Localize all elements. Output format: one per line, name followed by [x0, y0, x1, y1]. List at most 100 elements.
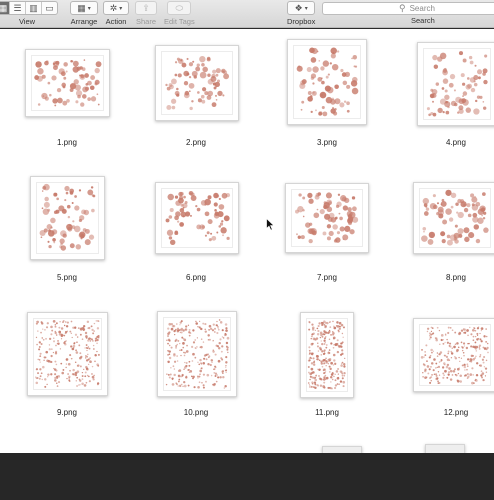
preview-dot: [430, 112, 434, 116]
preview-dot: [177, 380, 180, 383]
preview-dot: [52, 60, 60, 68]
preview-dot: [432, 100, 434, 103]
column-view-button[interactable]: ▥: [25, 2, 41, 14]
preview-dot: [64, 343, 67, 346]
preview-dot: [219, 376, 222, 379]
file-thumbnail[interactable]: [417, 42, 494, 126]
file-thumbnail[interactable]: [155, 182, 239, 254]
preview-dot: [56, 197, 60, 201]
preview-dot: [166, 86, 171, 91]
preview-dot: [336, 350, 340, 354]
preview-dot: [334, 84, 339, 90]
file-thumbnail[interactable]: [157, 311, 237, 397]
preview-dot: [47, 208, 51, 212]
preview-dot: [190, 195, 197, 201]
preview-dot: [341, 196, 347, 202]
preview-dot: [463, 332, 465, 334]
preview-dot: [327, 358, 330, 361]
arrange-button[interactable]: ▦ ▾: [70, 1, 98, 15]
search-placeholder: Search: [409, 4, 435, 13]
preview-dot: [174, 230, 178, 234]
preview-dot: [76, 370, 80, 373]
file-name-label[interactable]: 8.png: [416, 273, 494, 282]
file-thumbnail[interactable]: [287, 39, 367, 125]
preview-dot: [84, 371, 87, 374]
preview-dot: [85, 381, 88, 384]
file-thumbnail-partial[interactable]: [425, 444, 465, 453]
file-thumbnail-partial[interactable]: [322, 446, 362, 453]
file-thumbnail[interactable]: [25, 49, 110, 117]
dropbox-button[interactable]: ❖ ▾: [287, 1, 316, 15]
preview-dot: [302, 196, 306, 200]
preview-dot: [91, 365, 94, 368]
file-name-label[interactable]: 6.png: [156, 273, 236, 282]
preview-dot: [481, 372, 485, 375]
preview-dot: [465, 84, 471, 90]
file-name-label[interactable]: 4.png: [416, 138, 494, 147]
preview-dot: [316, 354, 318, 357]
list-view-button[interactable]: ☰: [9, 2, 25, 14]
preview-dot: [311, 90, 317, 96]
preview-dot: [180, 376, 182, 378]
preview-dot: [324, 213, 331, 220]
file-name-label[interactable]: 5.png: [27, 273, 107, 282]
file-name-label[interactable]: 11.png: [287, 408, 367, 417]
preview-dot: [176, 57, 180, 61]
preview-dot: [354, 65, 358, 68]
preview-dot: [469, 326, 471, 329]
preview-dot: [322, 111, 328, 117]
preview-dot: [213, 372, 216, 374]
preview-dot: [470, 193, 475, 198]
preview-dot: [430, 330, 433, 332]
edit-tags-button[interactable]: ⬭: [167, 1, 192, 15]
preview-dot: [339, 344, 342, 348]
preview-dot: [80, 355, 83, 359]
file-thumbnail[interactable]: [27, 312, 108, 396]
preview-dot: [469, 373, 473, 377]
preview-dot: [297, 205, 304, 213]
file-thumbnail[interactable]: [413, 318, 494, 392]
file-thumbnail[interactable]: [155, 45, 239, 121]
icon-view-button[interactable]: ▦: [0, 2, 9, 14]
preview-dot: [424, 354, 427, 356]
file-thumbnail[interactable]: [285, 183, 369, 253]
file-thumbnail[interactable]: [30, 176, 105, 260]
preview-dot: [79, 327, 83, 331]
file-name-label[interactable]: 3.png: [287, 138, 367, 147]
preview-dot: [328, 352, 331, 354]
file-name-label[interactable]: 12.png: [416, 408, 494, 417]
preview-dot: [191, 345, 194, 348]
file-name-label[interactable]: 9.png: [27, 408, 107, 417]
file-thumbnail[interactable]: [300, 312, 354, 398]
preview-dot: [466, 365, 469, 368]
preview-dot: [472, 326, 475, 329]
preview-dot: [320, 354, 322, 356]
preview-dot: [168, 356, 172, 360]
share-button[interactable]: ⇪: [135, 1, 157, 15]
action-button[interactable]: ✲ ▾: [103, 1, 129, 15]
file-name-label[interactable]: 1.png: [27, 138, 107, 147]
file-name-label[interactable]: 10.png: [156, 408, 236, 417]
preview-dot: [438, 382, 441, 384]
preview-dot: [184, 90, 190, 96]
preview-dot: [333, 325, 335, 327]
preview-dot: [442, 372, 445, 375]
preview-dot: [428, 231, 436, 239]
preview-dot: [472, 339, 475, 342]
preview-dot: [222, 94, 225, 97]
preview-dot: [173, 368, 176, 370]
cover-flow-button[interactable]: ▭: [41, 2, 57, 14]
preview-dot: [47, 240, 50, 243]
file-name-label[interactable]: 2.png: [156, 138, 236, 147]
preview-dot: [185, 325, 188, 328]
preview-dot: [339, 370, 343, 373]
file-name-label[interactable]: 7.png: [287, 273, 367, 282]
file-thumbnail[interactable]: [413, 182, 494, 254]
preview-dot: [326, 224, 332, 229]
preview-dot: [328, 365, 331, 368]
preview-dot: [41, 74, 46, 79]
search-input[interactable]: ⚲ Search: [322, 2, 494, 15]
preview-dot: [189, 192, 192, 195]
preview-dot: [55, 369, 58, 372]
preview-dot: [47, 373, 50, 376]
